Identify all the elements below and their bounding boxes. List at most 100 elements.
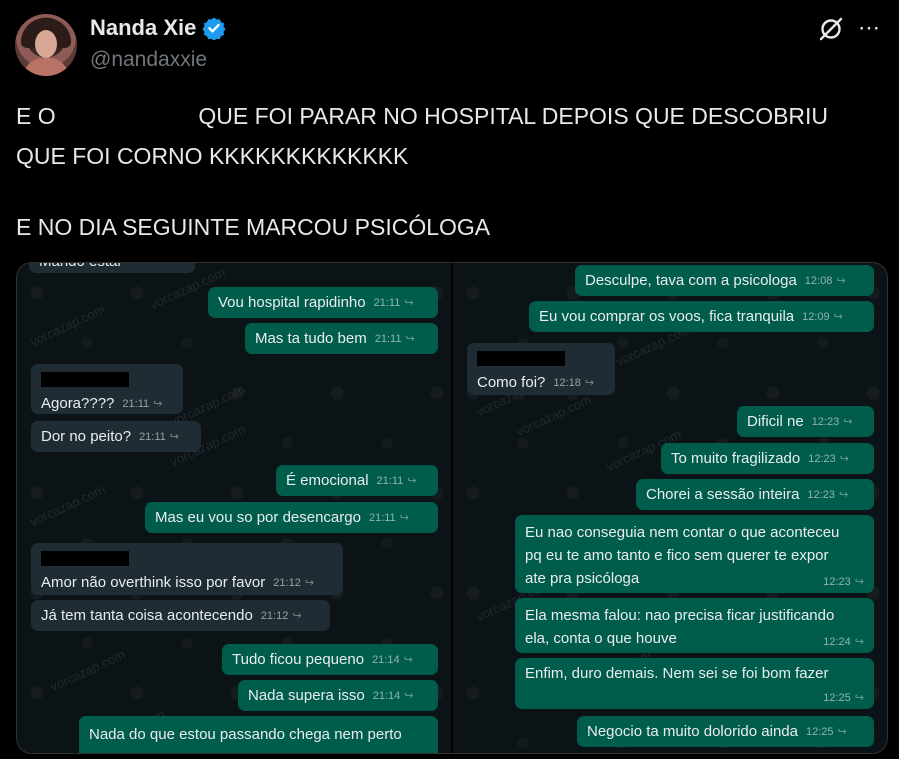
message-time: 21:11: [374, 332, 402, 345]
message-time: 12:09: [802, 310, 830, 323]
message-time: 12:23: [807, 488, 835, 501]
forward-arrow-icon: ↪: [404, 297, 414, 309]
forward-arrow-icon: ↪: [153, 398, 163, 410]
message-text: Dificil ne: [747, 413, 804, 430]
more-options-icon[interactable]: ⋯: [858, 15, 881, 41]
message-text: Eu vou comprar os voos, fica tranquila: [539, 308, 795, 325]
chat-message: Nada do que estou passando chega nem per…: [79, 716, 438, 753]
message-text: É emocional: [286, 472, 369, 489]
chat-message: To muito fragilizado 12:23 ↪: [661, 443, 874, 474]
forward-arrow-icon: ↪: [405, 333, 415, 345]
forward-arrow-icon: ↪: [404, 690, 414, 702]
forward-arrow-icon: ↪: [854, 576, 864, 588]
message-time: 21:14: [372, 689, 401, 702]
tweet-text-main: QUE FOI PARAR NO HOSPITAL DEPOIS QUE DES…: [198, 103, 829, 129]
message-time: 21:11: [122, 397, 150, 410]
message-text: Chorei a sessão inteira: [646, 486, 800, 503]
message-time: 12:25: [823, 692, 851, 704]
message-time: 12:08: [804, 274, 833, 287]
forward-arrow-icon: ↪: [403, 654, 413, 666]
message-text: Dor no peito?: [41, 428, 132, 445]
message-time: 21:11: [139, 430, 166, 443]
message-text: Mando estar: [39, 263, 122, 273]
message-text: Tudo ficou pequeno: [232, 651, 365, 668]
forward-arrow-icon: ↪: [292, 610, 302, 622]
watermark: vorcazap.com: [513, 391, 594, 440]
chat-message: Mas ta tudo bem 21:11 ↪: [245, 323, 438, 354]
avatar[interactable]: [15, 14, 77, 76]
chat-message: Desculpe, tava com a psicologa 12:08 ↪: [575, 265, 874, 296]
forward-arrow-icon: ↪: [399, 512, 409, 524]
chat-message: Amor não overthink isso por favor 21:12 ↪: [31, 543, 343, 595]
message-time: 12:23: [808, 452, 836, 465]
chat-message: Mando estar: [29, 263, 195, 273]
chat-message: Mas eu vou so por desencargo 21:11 ↪: [145, 502, 438, 533]
chat-message: Dificil ne 12:23 ↪: [737, 406, 874, 437]
forward-arrow-icon: ↪: [304, 577, 315, 589]
message-time: 21:14: [372, 653, 400, 666]
message-text: Mas eu vou so por desencargo: [155, 509, 361, 526]
tweet-text-line-3: E NO DIA SEGUINTE MARCOU PSICÓLOGA: [16, 214, 491, 240]
forward-arrow-icon: ↪: [836, 275, 846, 287]
message-time: 21:11: [368, 511, 396, 524]
message-time: 12:23: [823, 576, 851, 588]
chat-message: Eu nao conseguia nem contar o que aconte…: [515, 515, 874, 593]
message-time: 21:12: [260, 609, 289, 622]
forward-arrow-icon: ↪: [854, 636, 864, 648]
redacted-sender: [41, 372, 129, 387]
message-time: 12:18: [553, 376, 581, 389]
chat-message: Já tem tanta coisa acontecendo 21:12 ↪: [31, 600, 330, 631]
message-text: Negocio ta muito dolorido ainda: [587, 723, 798, 740]
forward-arrow-icon: ↪: [407, 475, 417, 487]
watermark: vorcazap.com: [47, 646, 128, 695]
chat-message: Tudo ficou pequeno 21:14 ↪: [222, 644, 438, 675]
redacted-name: [62, 107, 193, 128]
author-name[interactable]: Nanda Xie: [90, 15, 226, 41]
tweet-text-prefix: E O: [16, 103, 56, 129]
forward-arrow-icon: ↪: [839, 453, 849, 465]
watermark: vorcazap.com: [27, 481, 108, 530]
grok-icon[interactable]: [818, 16, 844, 42]
watermark: vorcazap.com: [27, 301, 108, 350]
forward-arrow-icon: ↪: [854, 692, 864, 704]
message-text: Ela mesma falou: nao precisa ficar justi…: [525, 607, 835, 647]
chat-message: Nada supera isso 21:14 ↪: [238, 680, 438, 711]
tweet-text-line-2: QUE FOI CORNO KKKKKKKKKKKKK: [16, 143, 409, 169]
chat-message: Eu vou comprar os voos, fica tranquila 12…: [529, 301, 874, 332]
chat-message: Vou hospital rapidinho 21:11 ↪: [208, 287, 438, 318]
message-time: 21:11: [376, 474, 404, 487]
forward-arrow-icon: ↪: [838, 489, 849, 501]
tweet-media-image[interactable]: vorcazap.com vorcazap.com vorcazap.com v…: [16, 262, 888, 754]
chat-message: Chorei a sessão inteira 12:23 ↪: [636, 479, 874, 510]
chat-message: Dor no peito? 21:11 ↪: [31, 421, 201, 452]
message-time: 12:23: [811, 415, 840, 428]
chat-screenshot-right: vorcazap.com vorcazap.com vorcazap.com v…: [453, 263, 887, 753]
message-text: To muito fragilizado: [671, 450, 801, 467]
redacted-sender: [41, 551, 129, 566]
message-text: Como foi?: [477, 374, 546, 391]
message-text: Eu nao conseguia nem contar o que aconte…: [525, 524, 840, 587]
forward-arrow-icon: ↪: [833, 311, 843, 323]
chat-message: Negocio ta muito dolorido ainda 12:25 ↪: [577, 716, 874, 747]
message-text: Agora????: [41, 395, 115, 412]
message-text: Mas ta tudo bem: [255, 330, 367, 347]
chat-message: Como foi? 12:18 ↪: [467, 343, 615, 395]
forward-arrow-icon: ↪: [584, 377, 595, 389]
author-name-text[interactable]: Nanda Xie: [90, 15, 196, 41]
tweet-text-line-1: E O QUE FOI PARAR NO HOSPITAL DEPOIS QUE…: [16, 103, 828, 130]
chat-message: É emocional 21:11 ↪: [276, 465, 438, 496]
chat-message: Ela mesma falou: nao precisa ficar justi…: [515, 598, 874, 653]
message-text: Nada supera isso: [248, 687, 365, 704]
redacted-sender: [477, 351, 565, 366]
verified-badge-icon: [202, 17, 226, 40]
author-handle[interactable]: @nandaxxie: [90, 48, 207, 72]
forward-arrow-icon: ↪: [169, 431, 179, 443]
forward-arrow-icon: ↪: [843, 416, 853, 428]
chat-screenshot-left: vorcazap.com vorcazap.com vorcazap.com v…: [17, 263, 451, 753]
message-text: Vou hospital rapidinho: [218, 294, 366, 311]
message-time: 12:24: [823, 636, 851, 648]
message-text: Desculpe, tava com a psicologa: [585, 272, 797, 289]
message-text: Enfim, duro demais. Nem sei se foi bom f…: [525, 665, 829, 682]
message-time: 21:11: [373, 296, 401, 309]
forward-arrow-icon: ↪: [837, 726, 847, 738]
